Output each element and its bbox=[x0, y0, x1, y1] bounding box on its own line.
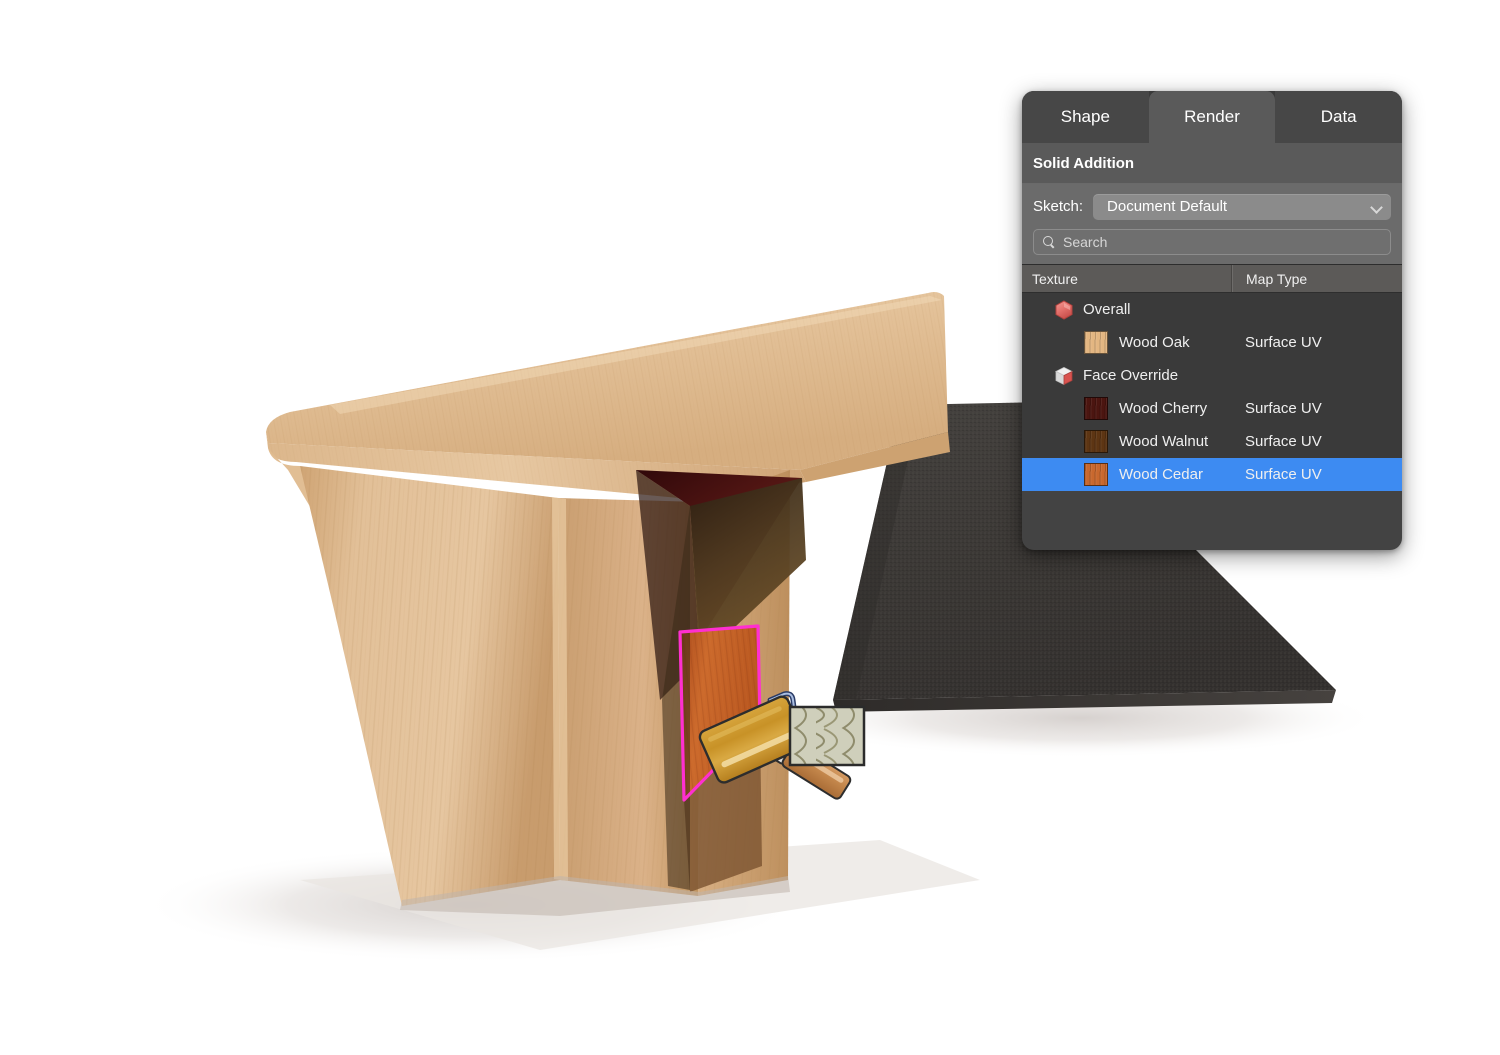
row-label: Wood Oak bbox=[1119, 334, 1190, 351]
column-header-map-type[interactable]: Map Type bbox=[1232, 265, 1402, 292]
tab-render-label: Render bbox=[1184, 107, 1240, 126]
search-row: Search bbox=[1022, 229, 1402, 264]
cell-texture: Overall bbox=[1022, 299, 1232, 321]
tab-data[interactable]: Data bbox=[1275, 91, 1402, 143]
cell-texture: Wood Cherry bbox=[1022, 397, 1232, 420]
sketch-field-row: Sketch: Document Default bbox=[1022, 184, 1402, 229]
chevron-down-icon bbox=[1371, 201, 1383, 213]
tab-shape[interactable]: Shape bbox=[1022, 91, 1149, 143]
table-row[interactable]: Wood Cherry Surface UV bbox=[1022, 392, 1402, 425]
tab-data-label: Data bbox=[1320, 107, 1357, 126]
cube-face-icon bbox=[1053, 365, 1075, 387]
texture-table: Texture Map Type Overall Wood Oak Surface … bbox=[1022, 264, 1402, 491]
tab-render[interactable]: Render bbox=[1148, 91, 1276, 143]
texture-swatch bbox=[1084, 430, 1108, 453]
cell-map-type: Surface UV bbox=[1245, 466, 1322, 483]
table-header: Texture Map Type bbox=[1022, 265, 1402, 293]
texture-swatch bbox=[1084, 331, 1108, 354]
section-title: Solid Addition bbox=[1022, 143, 1402, 184]
tab-shape-label: Shape bbox=[1060, 107, 1110, 126]
row-label: Wood Cedar bbox=[1119, 466, 1203, 483]
table-row[interactable]: Face Override bbox=[1022, 359, 1402, 392]
table-row[interactable]: Wood Oak Surface UV bbox=[1022, 326, 1402, 359]
render-properties-panel[interactable]: Shape Render Data Solid Addition Sketch:… bbox=[1022, 91, 1402, 550]
panel-tab-bar: Shape Render Data bbox=[1022, 91, 1402, 143]
texture-swatch bbox=[1084, 463, 1108, 486]
row-label: Face Override bbox=[1083, 367, 1179, 384]
cell-map-type: Surface UV bbox=[1245, 334, 1322, 351]
column-header-texture[interactable]: Texture bbox=[1022, 265, 1232, 292]
hexagon-sphere-icon bbox=[1053, 299, 1075, 321]
folded-wood-leg bbox=[300, 466, 806, 916]
row-label: Wood Walnut bbox=[1119, 433, 1209, 450]
sketch-select[interactable]: Document Default bbox=[1093, 193, 1391, 220]
table-row[interactable]: Wood Walnut Surface UV bbox=[1022, 425, 1402, 458]
table-body: Overall Wood Oak Surface UV Face Override Wo… bbox=[1022, 293, 1402, 491]
cell-texture: Face Override bbox=[1022, 365, 1232, 387]
search-input[interactable]: Search bbox=[1033, 229, 1391, 255]
cell-texture: Wood Oak bbox=[1022, 331, 1232, 354]
sketch-label: Sketch: bbox=[1033, 198, 1084, 215]
search-icon bbox=[1042, 235, 1056, 249]
table-row[interactable]: Overall bbox=[1022, 293, 1402, 326]
cell-map-type: Surface UV bbox=[1245, 433, 1322, 450]
texture-swatch bbox=[1084, 397, 1108, 420]
cell-map-type: Surface UV bbox=[1245, 400, 1322, 417]
cell-texture: Wood Walnut bbox=[1022, 430, 1232, 453]
section-title-label: Solid Addition bbox=[1033, 154, 1135, 172]
row-label: Overall bbox=[1083, 301, 1131, 318]
row-label: Wood Cherry bbox=[1119, 400, 1208, 417]
table-row[interactable]: Wood Cedar Surface UV bbox=[1022, 458, 1402, 491]
search-placeholder: Search bbox=[1063, 234, 1108, 250]
sketch-select-value: Document Default bbox=[1107, 198, 1228, 215]
cell-texture: Wood Cedar bbox=[1022, 463, 1232, 486]
